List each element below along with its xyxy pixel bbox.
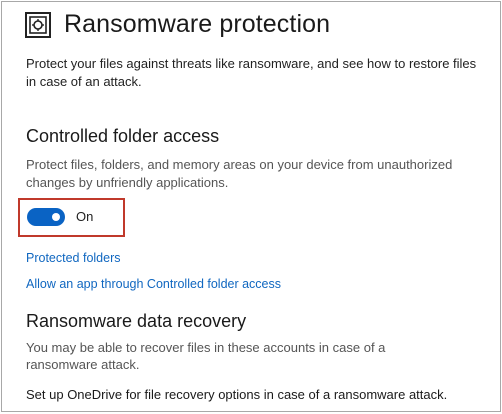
- controlled-folder-access-toggle[interactable]: [27, 208, 65, 226]
- ransomware-data-recovery-title: Ransomware data recovery: [26, 311, 247, 331]
- protected-folders-link[interactable]: Protected folders: [26, 251, 121, 265]
- allow-app-link[interactable]: Allow an app through Controlled folder a…: [26, 277, 281, 291]
- onedrive-setup-text: Set up OneDrive for file recovery option…: [26, 387, 448, 402]
- data-recovery-description: You may be able to recover files in thes…: [26, 340, 386, 372]
- page-header: Ransomware protection: [24, 10, 330, 39]
- toggle-knob: [52, 213, 60, 221]
- ransomware-protection-page: Ransomware protection Protect your files…: [1, 1, 501, 412]
- controlled-folder-access-description: Protect files, folders, and memory areas…: [26, 157, 453, 190]
- page-title: Ransomware protection: [64, 10, 331, 38]
- page-description: Protect your files against threats like …: [26, 56, 477, 89]
- toggle-state-label: On: [76, 209, 94, 224]
- controlled-folder-access-title: Controlled folder access: [26, 126, 220, 146]
- ransomware-shield-icon: [25, 11, 51, 38]
